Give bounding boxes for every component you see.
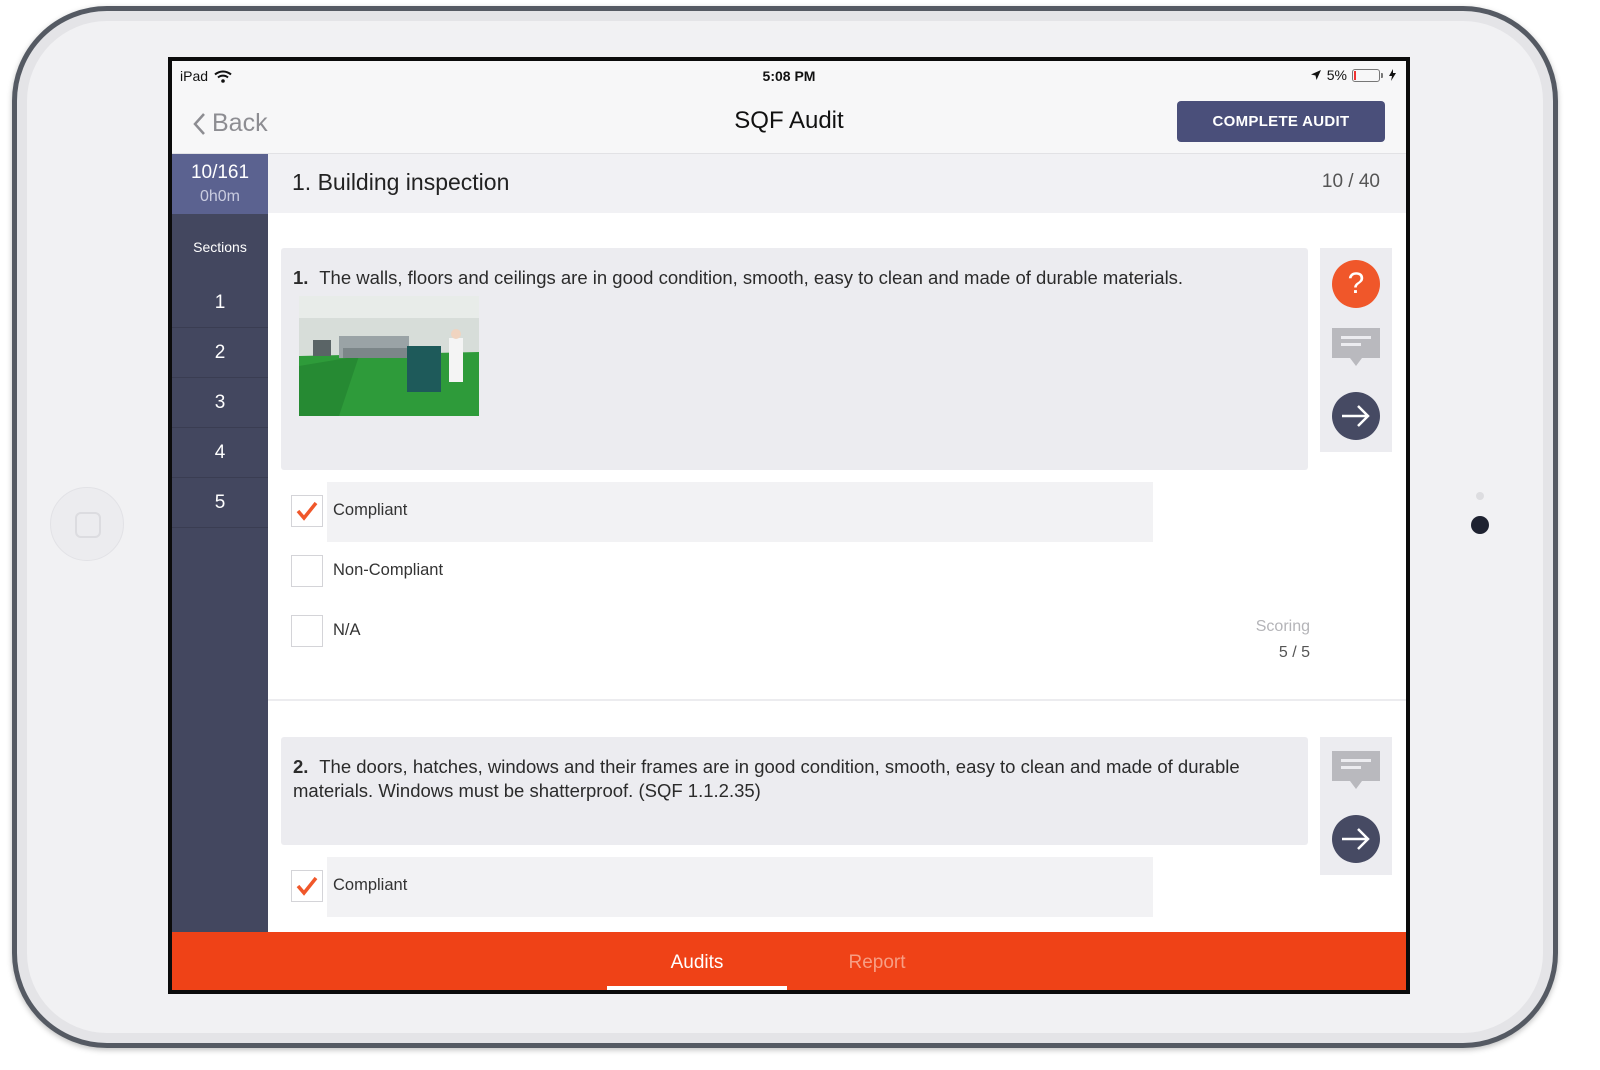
option-label: Non-Compliant xyxy=(333,561,444,579)
comment-icon[interactable] xyxy=(1332,328,1380,370)
scoring-value: 5 / 5 xyxy=(1278,644,1310,661)
audit-progress: 10/161 0h0m xyxy=(172,154,268,214)
question-body: The doors, hatches, windows and their fr… xyxy=(293,756,1240,801)
front-camera xyxy=(1471,516,1489,534)
question-1-actions: ? xyxy=(1320,248,1392,452)
elapsed-time: 0h0m xyxy=(199,188,241,205)
tab-audits[interactable]: Audits xyxy=(607,932,787,990)
option-na[interactable]: N/A xyxy=(291,602,1153,662)
battery-percent: 5% xyxy=(1326,67,1347,83)
front-sensor xyxy=(1476,492,1484,500)
status-time: 5:08 PM xyxy=(762,68,816,84)
question-number: 2. xyxy=(293,756,309,777)
question-2-actions xyxy=(1320,737,1392,875)
question-text: 1. The walls, floors and ceilings are in… xyxy=(293,266,1283,290)
sections-label: Sections xyxy=(193,239,247,255)
option-highlight xyxy=(327,857,1153,917)
option-label: Compliant xyxy=(333,876,408,894)
section-item-4[interactable]: 4 xyxy=(172,428,268,478)
section-header: 1. Building inspection 10 / 40 xyxy=(268,154,1406,213)
section-list: 1 2 3 4 5 xyxy=(172,278,268,528)
option-label: Compliant xyxy=(333,501,408,519)
complete-audit-button[interactable]: COMPLETE AUDIT xyxy=(1177,101,1385,142)
factory-floor-image xyxy=(299,296,479,416)
checkbox-compliant[interactable] xyxy=(291,495,323,527)
option-compliant[interactable]: Compliant xyxy=(291,857,1153,917)
option-label: N/A xyxy=(333,621,361,639)
section-item-2[interactable]: 2 xyxy=(172,328,268,378)
location-arrow-icon xyxy=(1310,70,1321,80)
bottom-tab-bar: Audits Report xyxy=(172,932,1406,990)
question-card-2: 2. The doors, hatches, windows and their… xyxy=(281,737,1308,845)
scoring-label: Scoring xyxy=(1255,618,1310,635)
arrow-right-icon[interactable] xyxy=(1332,815,1380,863)
home-button[interactable] xyxy=(50,487,124,561)
question-text: 2. The doors, hatches, windows and their… xyxy=(293,755,1283,803)
ipad-screen: iPad 5:08 PM 5% Back SQF Audit COMPLETE … xyxy=(168,57,1410,994)
question-divider xyxy=(268,699,1406,701)
question-body: The walls, floors and ceilings are in go… xyxy=(319,267,1184,288)
question-scoring: Scoring 5 / 5 xyxy=(1256,618,1310,662)
tab-report[interactable]: Report xyxy=(787,932,967,990)
section-progress: 10 / 40 xyxy=(1321,171,1380,192)
audit-content: 1. Building inspection 10 / 40 1. The wa… xyxy=(268,154,1406,932)
section-item-3[interactable]: 3 xyxy=(172,378,268,428)
checkbox-non-compliant[interactable] xyxy=(291,555,323,587)
battery-icon xyxy=(1352,68,1383,82)
arrow-right-icon[interactable] xyxy=(1332,392,1380,440)
section-item-5[interactable]: 5 xyxy=(172,478,268,528)
checkbox-na[interactable] xyxy=(291,615,323,647)
checkmark-icon xyxy=(296,501,318,521)
option-non-compliant[interactable]: Non-Compliant xyxy=(291,542,1153,602)
sections-sidebar: 10/161 0h0m Sections 1 2 3 4 5 xyxy=(172,154,268,932)
checkbox-compliant[interactable] xyxy=(291,870,323,902)
checkmark-icon xyxy=(296,876,318,896)
comment-icon[interactable] xyxy=(1332,751,1380,793)
question-card-1: 1. The walls, floors and ceilings are in… xyxy=(281,248,1308,470)
question-progress: 10/161 xyxy=(190,162,250,183)
navigation-bar: Back SQF Audit COMPLETE AUDIT xyxy=(172,89,1406,154)
help-icon[interactable]: ? xyxy=(1332,260,1380,308)
question-photo[interactable] xyxy=(299,296,479,416)
section-item-1[interactable]: 1 xyxy=(172,278,268,328)
question-number: 1. xyxy=(293,267,309,288)
section-title: 1. Building inspection xyxy=(292,169,510,195)
audit-app: iPad 5:08 PM 5% Back SQF Audit COMPLETE … xyxy=(172,61,1406,990)
charging-bolt-icon xyxy=(1389,69,1396,81)
option-compliant[interactable]: Compliant xyxy=(291,482,1153,542)
status-bar: iPad 5:08 PM 5% xyxy=(172,61,1406,89)
option-highlight xyxy=(327,482,1153,542)
